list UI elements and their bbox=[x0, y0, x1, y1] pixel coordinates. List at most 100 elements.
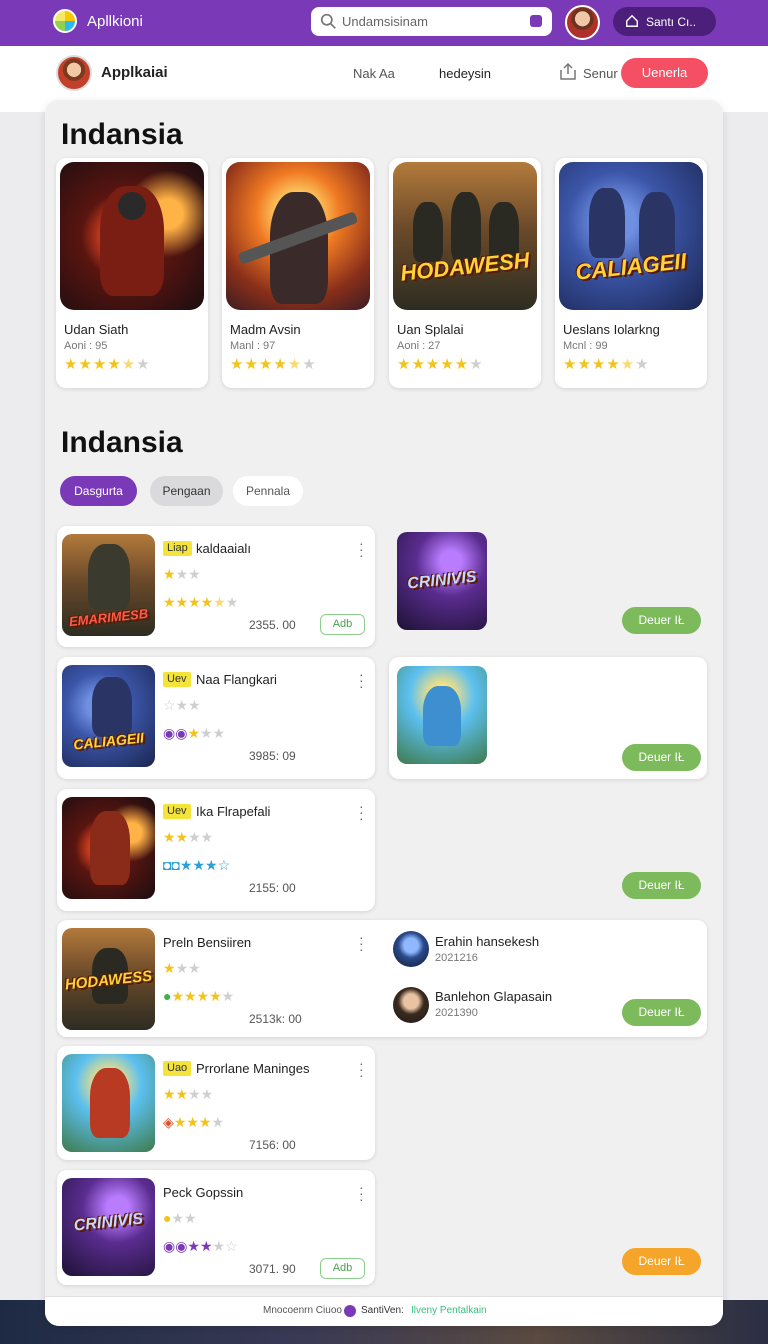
share-label[interactable]: Senur bbox=[583, 66, 618, 81]
brand-avatar[interactable] bbox=[56, 55, 92, 91]
list-item-right[interactable]: Deuer IŁ bbox=[389, 657, 707, 779]
list-item[interactable]: CALIAGEII Uev Naa Flangkari · · · ☆★★ ◉◉★★… bbox=[57, 657, 375, 779]
category-tag: Uev bbox=[163, 804, 191, 819]
rating-stars: ◘◘★★★☆ bbox=[163, 857, 231, 873]
rating-stars: ◈★★★★ bbox=[163, 1114, 224, 1130]
rating-stars: ●★★★★★ bbox=[163, 988, 235, 1004]
game-logo-text: CALIAGEII bbox=[574, 248, 688, 285]
user-avatar[interactable] bbox=[565, 5, 600, 40]
more-options-icon[interactable]: · · · bbox=[359, 1056, 364, 1082]
rating-stars-small: ★★★ bbox=[163, 566, 201, 582]
list-item[interactable]: Uao Prrorlane Maninges · · · ★★★★ ◈★★★★ 71… bbox=[57, 1046, 375, 1160]
more-options-icon[interactable]: · · · bbox=[359, 1180, 364, 1206]
game-thumbnail[interactable]: CRINIVIS bbox=[397, 532, 487, 630]
rating-stars: ★★★★★★ bbox=[563, 356, 650, 373]
home-icon bbox=[626, 14, 638, 27]
game-art: HODAWESH bbox=[393, 162, 537, 310]
rating-stars: ★★★★★★ bbox=[163, 594, 239, 610]
user-name: Banlehon Glapasain bbox=[435, 989, 553, 1004]
featured-name: Uan Splalai bbox=[397, 322, 464, 337]
footer-text: Mnocoenrn Ciuoo bbox=[263, 1305, 342, 1316]
character-figure bbox=[451, 192, 481, 262]
list-section-title: Indansia bbox=[61, 426, 183, 459]
search-input[interactable]: Undamsisinam bbox=[311, 7, 552, 36]
item-title: Peck Gopssin bbox=[163, 1185, 244, 1200]
nav-link-1[interactable]: Nak Aa bbox=[353, 66, 395, 81]
list-item[interactable]: EMARIMESB Liap kaldaaialı · · · ★★★ ★★★★★★… bbox=[57, 526, 375, 647]
share-icon[interactable] bbox=[558, 62, 578, 82]
character-figure bbox=[92, 677, 132, 737]
list-item[interactable]: Uev Ika Flrapefali · · · ★★★★ ◘◘★★★☆ 2155:… bbox=[57, 789, 375, 911]
app-logo-icon[interactable] bbox=[53, 9, 77, 33]
footer-select[interactable]: SantiVen: bbox=[361, 1305, 404, 1316]
download-button[interactable]: Deuer IŁ bbox=[622, 1248, 701, 1275]
featured-name: Udan Siath bbox=[64, 322, 129, 337]
character-figure bbox=[413, 202, 443, 262]
download-button[interactable]: Deuer IŁ bbox=[622, 744, 701, 771]
footer-link[interactable]: Ilveny Pentalkain bbox=[411, 1305, 487, 1316]
rating-stars-small: ★★★ bbox=[163, 960, 201, 976]
add-button[interactable]: Adb bbox=[320, 1258, 365, 1279]
nav-link-2[interactable]: hedeysin bbox=[439, 66, 491, 81]
user-avatar[interactable] bbox=[393, 987, 429, 1023]
game-thumbnail: CALIAGEII bbox=[62, 665, 155, 767]
game-logo-text: CALIAGEII bbox=[72, 729, 145, 753]
game-thumbnail: EMARIMESB bbox=[62, 534, 155, 636]
rating-stars-small: ●★★ bbox=[163, 1210, 197, 1226]
featured-card[interactable]: Madm Avsin Manl : 97 ★★★★★★ bbox=[222, 158, 374, 388]
rating-stars: ★★★★★★ bbox=[397, 356, 484, 373]
download-button[interactable]: Deuer IŁ bbox=[622, 999, 701, 1026]
item-title: Naa Flangkari bbox=[196, 672, 277, 687]
item-count: 2355. 00 bbox=[249, 618, 296, 632]
item-title: Prrorlane Maninges bbox=[196, 1061, 310, 1076]
search-placeholder: Undamsisinam bbox=[342, 14, 428, 29]
user-avatar[interactable] bbox=[393, 931, 429, 967]
game-art bbox=[60, 162, 204, 310]
rating-stars: ◉◉★★★ bbox=[163, 725, 226, 741]
more-options-icon[interactable]: · · · bbox=[359, 799, 364, 825]
category-tag: Liap bbox=[163, 541, 192, 556]
list-item[interactable]: CRINIVIS Peck Gopssin · · · ●★★ ◉◉★★★☆ 307… bbox=[57, 1170, 375, 1285]
game-art: CALIAGEII bbox=[559, 162, 703, 310]
item-title: kaldaaialı bbox=[196, 541, 251, 556]
filter-chip-1[interactable]: Dasgurta bbox=[60, 476, 137, 506]
featured-card[interactable]: Udan Siath Aoni : 95 ★★★★★★ bbox=[56, 158, 208, 388]
featured-card[interactable]: CALIAGEII Ueslans Iolarkng Mcnl : 99 ★★★… bbox=[555, 158, 707, 388]
user-id: 2021390 bbox=[435, 1007, 478, 1019]
add-button[interactable]: Adb bbox=[320, 614, 365, 635]
featured-name: Madm Avsin bbox=[230, 322, 301, 337]
featured-section-title: Indansia bbox=[61, 118, 183, 151]
game-thumbnail: CRINIVIS bbox=[62, 1178, 155, 1276]
character-figure bbox=[90, 811, 130, 885]
primary-cta-button[interactable]: Uenerla bbox=[621, 58, 708, 88]
game-logo-text: EMARIMESB bbox=[68, 605, 149, 630]
more-options-icon[interactable]: · · · bbox=[359, 536, 364, 562]
download-button[interactable]: Deuer IŁ bbox=[622, 872, 701, 899]
featured-name: Ueslans Iolarkng bbox=[563, 322, 660, 337]
footer-bar: Mnocoenrn Ciuoo SantiVen: Ilveny Pentalk… bbox=[45, 1296, 723, 1326]
filter-chip-2[interactable]: Pengaan bbox=[150, 476, 223, 506]
featured-meta: Aoni : 27 bbox=[397, 340, 441, 352]
category-tag: Uev bbox=[163, 672, 191, 687]
brand-name: Applkaiai bbox=[101, 64, 168, 81]
character-figure bbox=[88, 544, 130, 610]
list-item-wide[interactable]: HODAWESS Preln Bensiiren · · · ★★★ ●★★★★★ … bbox=[57, 920, 707, 1037]
settings-icon[interactable] bbox=[344, 1305, 356, 1317]
more-options-icon[interactable]: · · · bbox=[359, 930, 364, 956]
account-menu-label: Santı Cı.. bbox=[646, 15, 697, 29]
filter-chip-3[interactable]: Pennala bbox=[233, 476, 303, 506]
game-thumbnail bbox=[397, 666, 487, 764]
featured-meta: Manl : 97 bbox=[230, 340, 276, 352]
shield-icon[interactable] bbox=[530, 15, 542, 27]
game-logo-text: CRINIVIS bbox=[406, 568, 478, 593]
category-tag: Uao bbox=[163, 1061, 192, 1076]
item-count: 2155: 00 bbox=[249, 881, 296, 895]
more-options-icon[interactable]: · · · bbox=[359, 667, 364, 693]
featured-card[interactable]: HODAWESH Uan Splalai Aoni : 27 ★★★★★★ bbox=[389, 158, 541, 388]
user-name: Erahin hansekesh bbox=[435, 934, 540, 949]
item-count: 7156: 00 bbox=[249, 1138, 296, 1152]
download-button[interactable]: Deuer IŁ bbox=[622, 607, 701, 634]
item-count: 3985: 09 bbox=[249, 749, 296, 763]
account-menu-button[interactable]: Santı Cı.. bbox=[613, 7, 716, 36]
character-figure bbox=[423, 686, 461, 746]
